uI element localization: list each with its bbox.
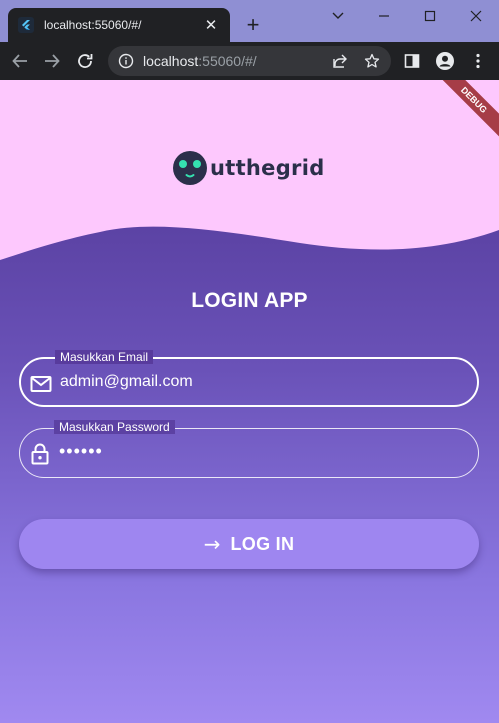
share-icon[interactable] — [332, 53, 348, 69]
email-field-label: Masukkan Email — [55, 350, 154, 364]
password-value: •••••• — [59, 441, 103, 461]
side-panel-icon[interactable] — [400, 49, 424, 73]
forward-icon[interactable] — [40, 49, 64, 73]
browser-tab-strip: localhost:55060/#/ ✕ + — [0, 0, 499, 42]
profile-icon[interactable] — [433, 49, 457, 73]
flutter-favicon — [18, 17, 34, 33]
password-field-label: Masukkan Password — [54, 420, 175, 434]
browser-toolbar: localhost:55060/#/ — [0, 42, 499, 80]
login-button[interactable]: → LOG IN — [19, 519, 479, 569]
new-tab-button[interactable]: + — [240, 12, 266, 38]
tab-title: localhost:55060/#/ — [44, 18, 142, 32]
mail-icon — [29, 372, 53, 396]
login-page: utthegrid DEBUG LOGIN APP Masukkan Email… — [0, 80, 499, 723]
app-logo: utthegrid — [172, 150, 325, 186]
browser-tab[interactable]: localhost:55060/#/ ✕ — [8, 8, 230, 42]
arrow-right-icon: → — [203, 532, 221, 556]
close-icon[interactable] — [453, 0, 499, 32]
maximize-icon[interactable] — [407, 0, 453, 32]
chevron-down-icon[interactable] — [315, 0, 361, 32]
menu-icon[interactable] — [466, 49, 490, 73]
tab-close-icon[interactable]: ✕ — [202, 16, 220, 34]
minimize-icon[interactable] — [361, 0, 407, 32]
address-bar[interactable]: localhost:55060/#/ — [108, 46, 391, 76]
email-field[interactable]: Masukkan Email admin@gmail.com — [19, 350, 479, 407]
page-title: LOGIN APP — [191, 289, 308, 312]
reload-icon[interactable] — [73, 49, 97, 73]
lock-icon — [28, 442, 52, 466]
url-path: :55060/#/ — [198, 53, 257, 69]
info-icon[interactable] — [118, 53, 134, 69]
password-field[interactable]: Masukkan Password •••••• — [19, 420, 479, 478]
logo-wordmark: utthegrid — [210, 156, 325, 180]
logo-face-icon — [173, 151, 207, 185]
url-host: localhost — [143, 53, 199, 69]
login-button-label: LOG IN — [230, 533, 295, 554]
email-value: admin@gmail.com — [60, 373, 193, 390]
star-icon[interactable] — [364, 53, 380, 69]
back-icon[interactable] — [8, 49, 32, 73]
